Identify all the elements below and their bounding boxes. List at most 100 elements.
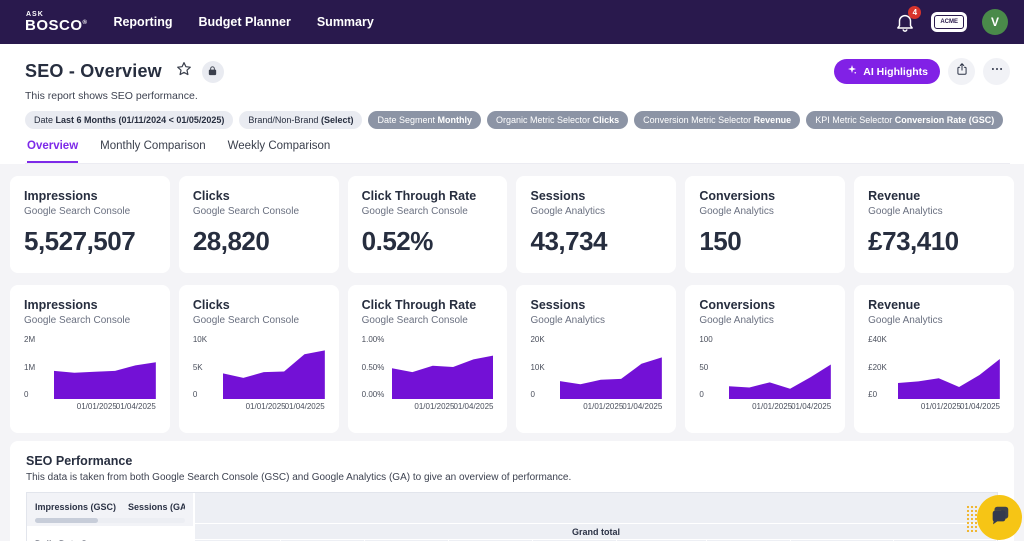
kpi-title: Revenue xyxy=(868,189,921,203)
kpi-source: Google Analytics xyxy=(530,206,605,217)
kpi-title: Conversions xyxy=(699,189,776,203)
kpi-source: Google Search Console xyxy=(24,206,131,217)
table-header-spacer xyxy=(195,493,997,524)
tab-weekly-comparison[interactable]: Weekly Comparison xyxy=(228,140,331,163)
kpi-card-clicks: Clicks Google Search Console 28,820 xyxy=(178,176,339,273)
nav-right-controls: 4 ACME V xyxy=(894,6,1008,35)
chart-source: Google Search Console xyxy=(192,315,300,326)
x-axis-ticks: 01/01/2025 01/04/2025 xyxy=(414,402,494,411)
kpi-card-conversions: Conversions Google Analytics 150 xyxy=(685,176,846,273)
section-title: SEO Performance xyxy=(26,454,133,468)
metric-list-scrollbar[interactable] xyxy=(35,518,185,523)
grand-total-label: Grand total xyxy=(195,524,997,540)
chat-widget-button[interactable] xyxy=(977,495,1022,540)
scrollbar-thumb[interactable] xyxy=(35,518,98,523)
nav-item-budget-planner[interactable]: Budget Planner xyxy=(198,15,290,29)
filter-conversion-metric[interactable]: Conversion Metric Selector Revenue xyxy=(634,111,801,129)
organization-badge[interactable]: ACME xyxy=(931,12,967,32)
chart-card-sessions: Sessions Google Analytics 20K 10K 0 01/01/… xyxy=(516,285,677,433)
tab-overview[interactable]: Overview xyxy=(27,140,79,163)
kpi-title: Clicks xyxy=(192,189,230,203)
y-axis-ticks: 100 50 0 xyxy=(699,335,713,399)
area-chart xyxy=(391,335,494,399)
kpi-title: Impressions xyxy=(24,189,98,203)
bell-icon xyxy=(894,14,916,37)
notifications-button[interactable]: 4 xyxy=(894,6,922,33)
kpi-card-impressions: Impressions Google Search Console 5,527,… xyxy=(10,176,170,273)
chart-title: Impressions xyxy=(24,298,98,312)
metric-chip-sessions[interactable]: Sessions (GA) xyxy=(128,502,185,512)
nav-links: Reporting Budget Planner Summary xyxy=(113,15,373,29)
seo-performance-section: SEO Performance This data is taken from … xyxy=(10,441,1014,541)
top-navbar: ASK BOSCO® Reporting Budget Planner Summ… xyxy=(0,0,1024,44)
area-chart xyxy=(898,335,1000,399)
kpi-source: Google Analytics xyxy=(868,206,943,217)
user-avatar[interactable]: V xyxy=(982,9,1008,35)
filter-date-segment[interactable]: Date Segment Monthly xyxy=(368,111,482,129)
filter-kpi-metric[interactable]: KPI Metric Selector Conversion Rate (GSC… xyxy=(806,111,1004,129)
share-button[interactable] xyxy=(948,58,975,85)
metric-chip-impressions[interactable]: Impressions (GSC) xyxy=(35,502,116,512)
tab-monthly-comparison[interactable]: Monthly Comparison xyxy=(100,140,205,163)
section-description: This data is taken from both Google Sear… xyxy=(26,472,572,483)
star-icon xyxy=(175,60,193,83)
chart-source: Google Analytics xyxy=(868,315,943,326)
nav-item-summary[interactable]: Summary xyxy=(317,15,374,29)
chart-title: Click Through Rate xyxy=(361,298,477,312)
chart-title: Revenue xyxy=(868,298,921,312)
notifications-count-badge: 4 xyxy=(908,6,922,19)
chart-source: Google Analytics xyxy=(530,315,605,326)
metric-selector-list: Impressions (GSC) Sessions (GA) Clicks (… xyxy=(35,498,185,515)
nav-item-reporting[interactable]: Reporting xyxy=(113,15,172,29)
filter-date[interactable]: Date Last 6 Months (01/11/2024 < 01/05/2… xyxy=(25,111,234,129)
filter-bar: Date Last 6 Months (01/11/2024 < 01/05/2… xyxy=(25,111,1010,129)
lock-icon xyxy=(207,63,218,81)
kpi-cards-row: Impressions Google Search Console 5,527,… xyxy=(10,176,1014,273)
kpi-title: Click Through Rate xyxy=(361,189,477,203)
ai-highlights-button[interactable]: AI Highlights xyxy=(834,59,940,84)
registered-mark: ® xyxy=(82,20,88,26)
kpi-source: Google Analytics xyxy=(699,206,774,217)
x-axis-ticks: 01/01/2025 01/04/2025 xyxy=(76,402,156,411)
y-axis-ticks: £40K £20K £0 xyxy=(868,335,887,399)
kpi-card-sessions: Sessions Google Analytics 43,734 xyxy=(516,176,677,273)
kpi-source: Google Search Console xyxy=(192,206,300,217)
favorite-star-button[interactable] xyxy=(174,62,194,82)
kpi-value: 43,734 xyxy=(530,226,608,256)
area-chart xyxy=(222,335,325,399)
askbosco-logo[interactable]: ASK BOSCO® xyxy=(25,11,87,33)
metric-selector-header: Impressions (GSC) Sessions (GA) Clicks (… xyxy=(27,493,193,526)
y-axis-ticks: 2M 1M 0 xyxy=(24,335,36,399)
kpi-title: Sessions xyxy=(530,189,586,203)
organization-badge-label: ACME xyxy=(934,15,964,29)
kpi-value: 28,820 xyxy=(192,226,270,256)
chart-source: Google Search Console xyxy=(361,315,468,326)
sparkle-icon xyxy=(846,64,858,79)
page-title: SEO - Overview xyxy=(25,61,162,81)
y-axis-ticks: 20K 10K 0 xyxy=(530,335,545,399)
x-axis-ticks: 01/01/2025 01/04/2025 xyxy=(245,402,325,411)
table-right-panel: Grand total Impressions (GSC) Sessions (… xyxy=(195,493,997,541)
kpi-value: £73,410 xyxy=(868,226,959,256)
chart-title: Conversions xyxy=(699,298,776,312)
report-tabs: Overview Monthly Comparison Weekly Compa… xyxy=(25,140,1010,164)
kpi-source: Google Search Console xyxy=(361,206,468,217)
chat-bubble-icon xyxy=(989,504,1011,531)
more-options-button[interactable] xyxy=(983,58,1010,85)
report-description: This report shows SEO performance. xyxy=(25,90,198,102)
chart-title: Clicks xyxy=(192,298,230,312)
chart-card-conversions: Conversions Google Analytics 100 50 0 01/0… xyxy=(685,285,846,433)
share-icon xyxy=(955,62,969,81)
filter-organic-metric[interactable]: Organic Metric Selector Clicks xyxy=(487,111,629,129)
kpi-value: 5,527,507 xyxy=(24,226,136,256)
filter-brand-nonbrand[interactable]: Brand/Non-Brand (Select) xyxy=(239,111,363,129)
drag-dots-handle[interactable] xyxy=(966,505,977,532)
ellipsis-icon xyxy=(990,62,1004,81)
chart-card-revenue: Revenue Google Analytics £40K £20K £0 01/0… xyxy=(854,285,1014,433)
area-chart xyxy=(54,335,156,399)
page-header: SEO - Overview AI Highlights This report… xyxy=(0,44,1024,164)
chart-card-ctr: Click Through Rate Google Search Console… xyxy=(347,285,508,433)
report-lock-button[interactable] xyxy=(201,60,224,83)
chart-source: Google Analytics xyxy=(699,315,774,326)
x-axis-ticks: 01/01/2025 01/04/2025 xyxy=(752,402,832,411)
